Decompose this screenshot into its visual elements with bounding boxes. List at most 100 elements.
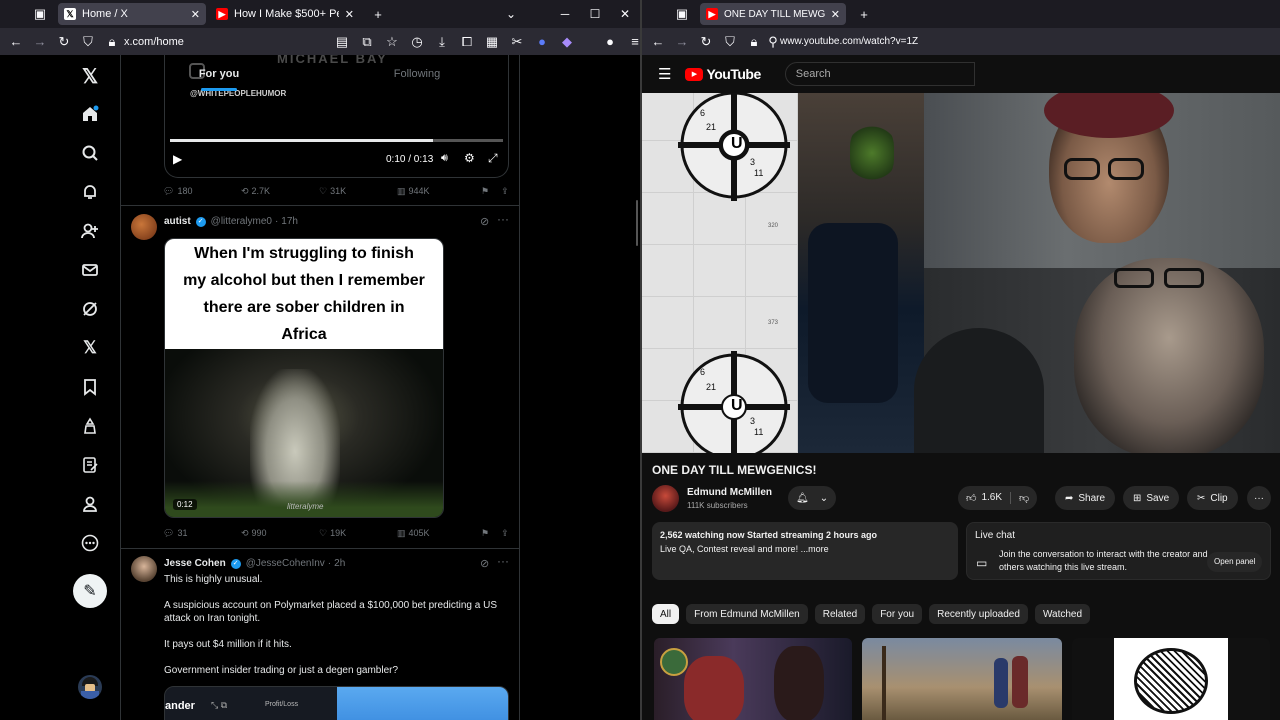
tweet-image[interactable]: ander ⤡ ⧉ Profit/Loss [164, 686, 509, 720]
repost-button[interactable]: ⟲ 2.7K [241, 186, 319, 197]
youtube-logo[interactable]: ▶ YouTube [685, 66, 761, 82]
share-icon[interactable]: ⇪ [501, 528, 509, 539]
fullscreen-icon[interactable]: ⤢ [488, 151, 498, 166]
more-icon[interactable] [78, 531, 102, 555]
grok-icon[interactable]: ⊘ [480, 215, 489, 228]
clip-button[interactable]: ✂ Clip [1187, 486, 1238, 510]
messages-icon[interactable] [78, 258, 102, 282]
chip-all[interactable]: All [652, 604, 680, 624]
tweet-autist[interactable]: autist ✓ @litteralyme0 · 17h ⊘ ··· When … [121, 206, 519, 548]
views-button[interactable]: ▥ 405K [397, 528, 481, 539]
channel-avatar[interactable] [652, 485, 679, 512]
channel-name[interactable]: Edmund McMillen [687, 487, 772, 498]
more-actions-button[interactable]: ··· [1247, 486, 1271, 510]
new-tab-icon[interactable]: + [852, 2, 876, 26]
account-icon[interactable]: ● [598, 30, 622, 54]
follow-icon[interactable] [78, 219, 102, 243]
history-icon[interactable]: ◷ [405, 30, 429, 54]
tab-following[interactable]: Following [317, 55, 517, 93]
screenshot-icon[interactable]: ✂ [505, 30, 529, 54]
account-avatar[interactable] [78, 675, 102, 699]
extension-off-icon[interactable]: ▦ [480, 30, 504, 54]
open-panel-button[interactable]: Open panel [1207, 552, 1263, 572]
reply-button[interactable]: 💬︎ 180 [163, 186, 241, 197]
pip-icon[interactable]: ⧉ [355, 30, 379, 54]
reload-icon[interactable]: ↻ [694, 30, 718, 54]
minimize-icon[interactable]: ─ [550, 7, 580, 21]
page-scrollbar[interactable] [636, 200, 638, 246]
video-thumbnail[interactable] [654, 638, 852, 720]
permissions-icon[interactable]: ⚲ [766, 30, 780, 54]
chip-related[interactable]: Related [814, 604, 866, 624]
guide-menu-icon[interactable]: ☰ [658, 65, 671, 83]
chip-from-channel[interactable]: From Edmund McMillen [686, 604, 808, 624]
volume-icon[interactable]: 🔊︎ [441, 152, 448, 165]
explore-icon[interactable] [78, 141, 102, 165]
reply-button[interactable]: 💬︎ 31 [163, 528, 241, 539]
tweet-video[interactable]: When I'm struggling to finish my alcohol… [164, 238, 444, 518]
tweet-time[interactable]: 17h [281, 216, 298, 227]
dislike-button[interactable]: 👎︎ [1011, 492, 1029, 504]
menu-icon[interactable]: ≡ [623, 30, 640, 54]
shield-icon[interactable]: ⛉ [76, 30, 100, 54]
more-options-icon[interactable]: ··· [497, 212, 509, 226]
back-icon[interactable]: ← [646, 30, 670, 54]
video-thumbnail[interactable] [1072, 638, 1270, 720]
save-button[interactable]: ⊞ Save [1123, 486, 1180, 510]
shield-icon[interactable]: ⛉ [718, 30, 742, 54]
like-button[interactable]: ♡ 31K [319, 186, 397, 197]
maximize-icon[interactable]: ☐ [580, 7, 610, 21]
tab-for-you[interactable]: For you [121, 55, 317, 93]
video-thumbnail[interactable] [862, 638, 1062, 720]
views-button[interactable]: ▥ 944K [397, 186, 481, 197]
tab-overview-icon[interactable]: ▣ [670, 2, 694, 26]
tab-x-home[interactable]: 𝕏 Home / X ✕ [58, 3, 206, 25]
search-input[interactable]: Search [784, 62, 975, 86]
reload-icon[interactable]: ↻ [52, 30, 76, 54]
video-player[interactable]: U 6 21 3 11 320 373 U 6 21 3 11 [642, 93, 1280, 453]
bookmarks-icon[interactable] [78, 375, 102, 399]
share-button[interactable]: ➦ Share [1055, 486, 1116, 510]
chip-recently-uploaded[interactable]: Recently uploaded [929, 604, 1028, 624]
avatar[interactable] [131, 556, 157, 582]
tweet-time[interactable]: 2h [334, 558, 345, 569]
profile-icon[interactable] [78, 492, 102, 516]
description-box[interactable]: 2,562 watching now Started streaming 2 h… [652, 522, 958, 580]
premium-x-icon[interactable]: 𝕏 [78, 336, 102, 360]
grok-icon[interactable]: ⊘ [480, 557, 489, 570]
reader-icon[interactable]: ▤ [330, 30, 354, 54]
extensions-icon[interactable]: ⧠ [455, 30, 479, 54]
forward-icon[interactable]: → [28, 30, 52, 54]
extension-purple-icon[interactable]: ◆ [555, 30, 579, 54]
bookmark-star-icon[interactable]: ☆ [380, 30, 404, 54]
share-icon[interactable]: ⇪ [501, 186, 509, 197]
notification-bell-button[interactable]: 🔔︎ ⌄ [788, 486, 837, 510]
home-icon[interactable] [78, 102, 102, 126]
bookmark-icon[interactable]: ⚑ [481, 186, 489, 197]
compose-post-button[interactable]: ✎ [73, 574, 107, 608]
like-button[interactable]: ♡ 19K [319, 528, 397, 539]
notifications-icon[interactable] [78, 180, 102, 204]
lists-icon[interactable] [78, 453, 102, 477]
close-tab-icon[interactable]: ✕ [345, 8, 354, 21]
video-progress-bar[interactable] [170, 139, 503, 142]
close-tab-icon[interactable]: ✕ [831, 8, 840, 21]
grok-icon[interactable] [78, 297, 102, 321]
new-tab-icon[interactable]: + [366, 2, 390, 26]
chip-for-you[interactable]: For you [872, 604, 923, 624]
bookmark-icon[interactable]: ⚑ [481, 528, 489, 539]
play-icon[interactable]: ▶ [173, 152, 182, 166]
tab-overview-icon[interactable]: ▣ [28, 2, 52, 26]
tab-youtube-trading[interactable]: ▶ How I Make $500+ Per Day Trad ✕ [210, 3, 360, 25]
like-button[interactable]: 👍︎ 1.6K [966, 492, 1012, 504]
tab-youtube-live[interactable]: ▶ ONE DAY TILL MEWGENICS ✕ [700, 3, 846, 25]
extension-blue-icon[interactable]: ● [530, 30, 554, 54]
tweet-jesse-cohen[interactable]: Jesse Cohen ✓ @JesseCohenInv · 2h ⊘ ··· … [121, 549, 519, 720]
more-options-icon[interactable]: ··· [497, 554, 509, 568]
author-handle[interactable]: @litteralyme0 [211, 216, 272, 227]
author-name[interactable]: autist [164, 216, 191, 227]
close-tab-icon[interactable]: ✕ [191, 8, 200, 21]
jobs-icon[interactable] [78, 414, 102, 438]
settings-icon[interactable]: ⚙ [464, 151, 475, 165]
close-window-icon[interactable]: ✕ [610, 7, 640, 21]
